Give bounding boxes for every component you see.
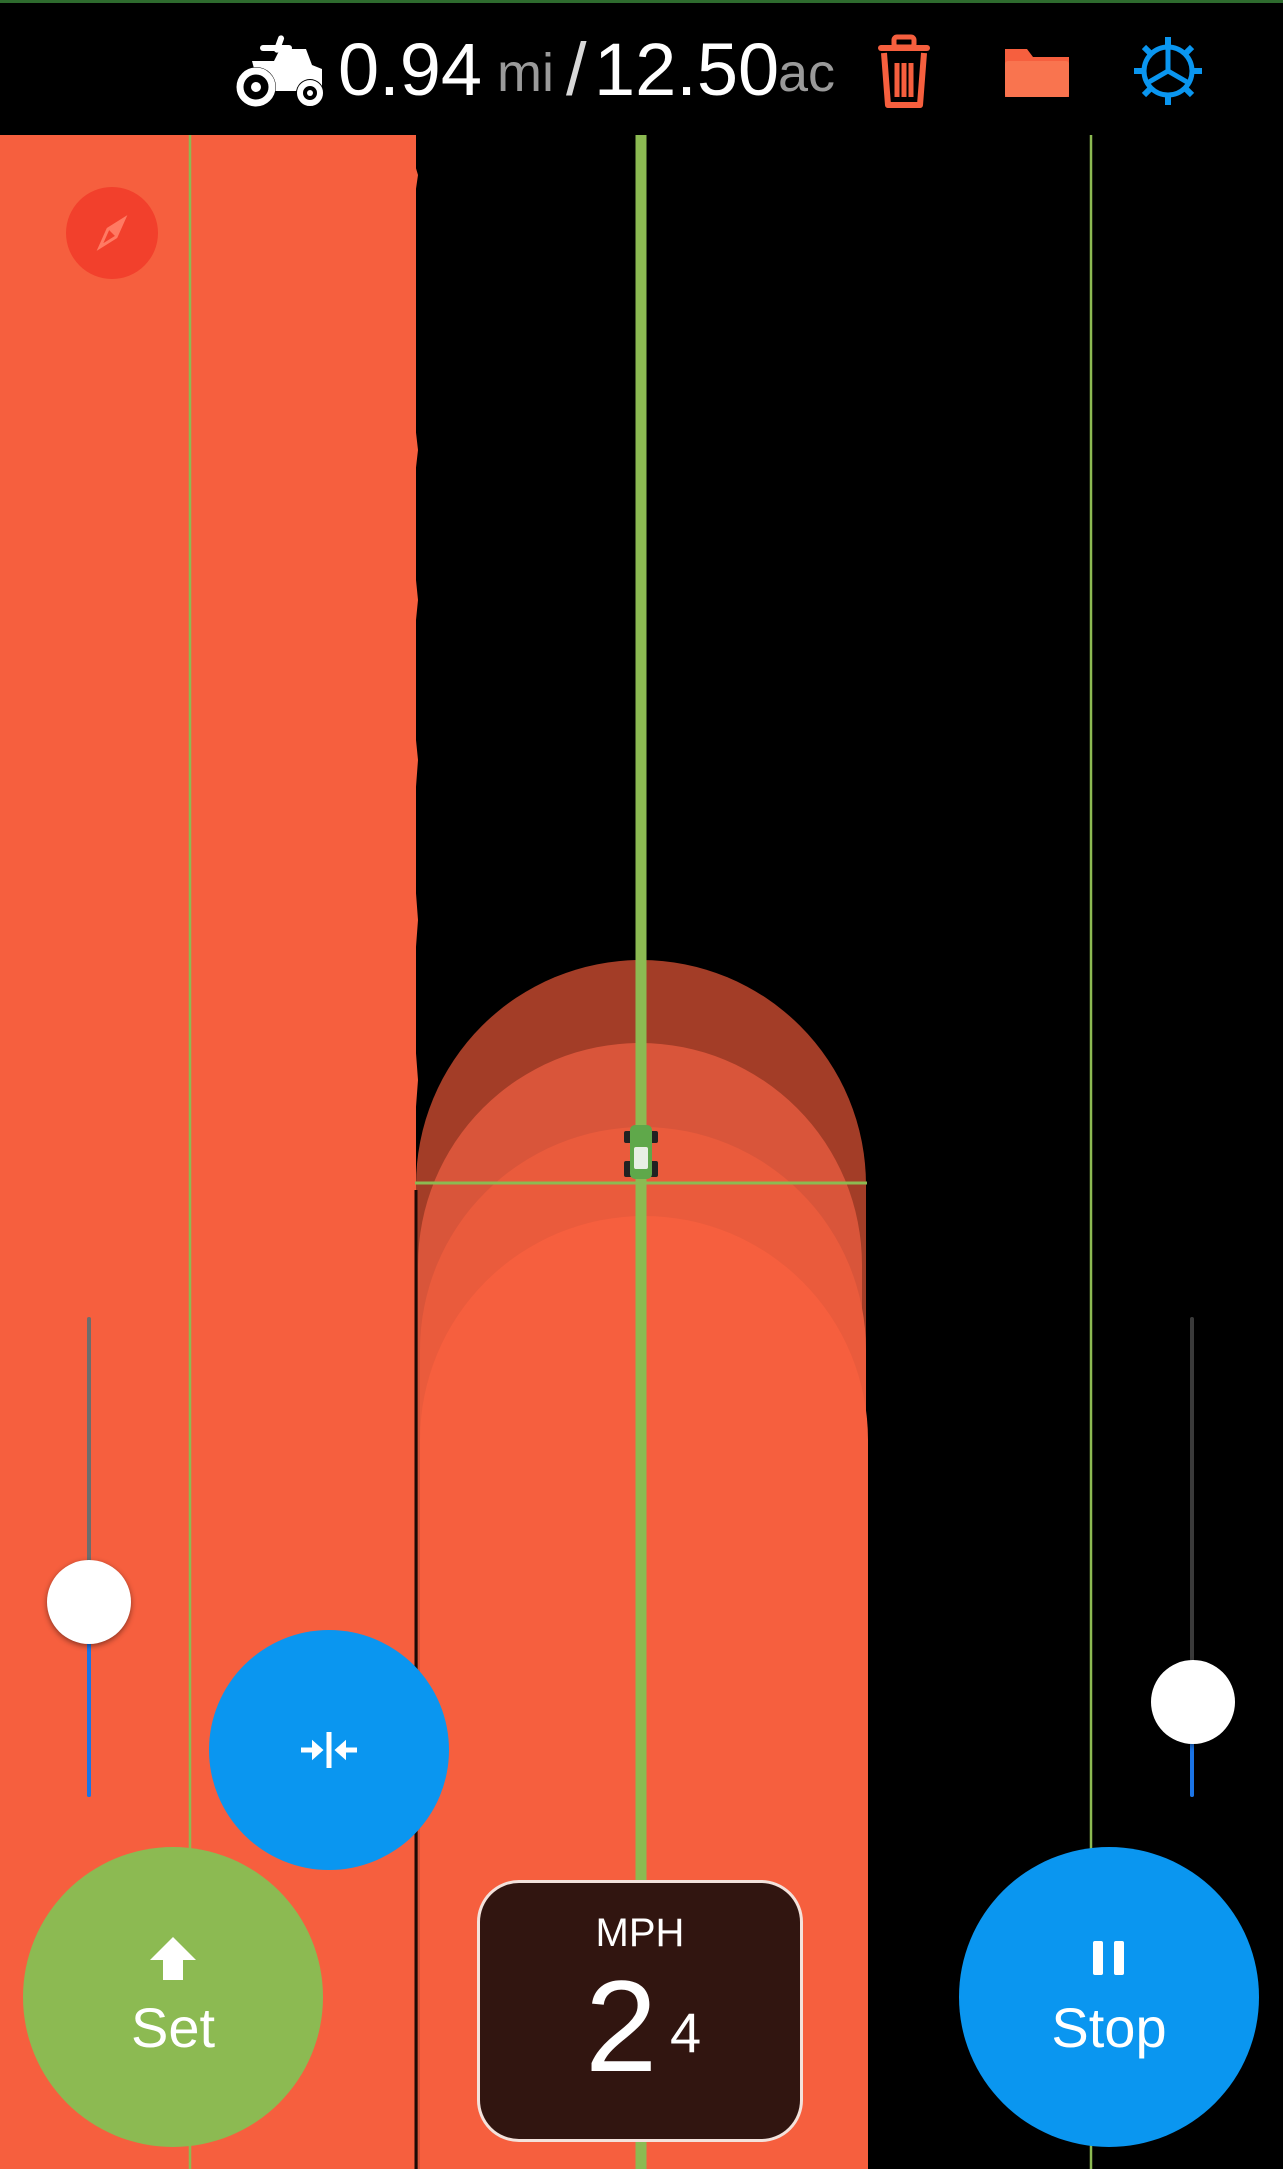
speed-value-minor: 4: [670, 2001, 702, 2064]
tractor-icon: [236, 35, 324, 107]
compass-button[interactable]: [66, 187, 158, 279]
separator: /: [566, 28, 587, 111]
stop-label: Stop: [1051, 1996, 1167, 2059]
area-unit: ac: [778, 43, 836, 103]
folder-icon: [1005, 49, 1069, 97]
right-slider-thumb[interactable]: [1151, 1660, 1235, 1744]
distance-unit: mi: [497, 43, 554, 103]
speed-value-major: 2: [585, 1953, 658, 2099]
collapse-horizontal-icon: [301, 1732, 357, 1768]
set-label: Set: [130, 1996, 216, 2059]
settings-button[interactable]: [1128, 31, 1208, 111]
set-button[interactable]: Set: [23, 1847, 323, 2147]
top-status-bar: 0.94 mi / 12.50 ac: [0, 0, 1283, 135]
speed-display: MPH 2 4: [477, 1880, 803, 2142]
area-value: 12.50: [594, 28, 780, 111]
distance-value: 0.94: [338, 28, 483, 111]
stop-button[interactable]: Stop: [959, 1847, 1259, 2147]
trash-button[interactable]: [864, 31, 944, 111]
trash-icon: [878, 34, 930, 108]
compass-icon: [96, 215, 128, 251]
speed-unit: MPH: [595, 1911, 685, 1955]
folder-button[interactable]: [997, 31, 1077, 111]
gear-icon: [1134, 37, 1202, 105]
left-slider-thumb[interactable]: [47, 1560, 131, 1644]
center-on-line-button[interactable]: [209, 1630, 449, 1870]
